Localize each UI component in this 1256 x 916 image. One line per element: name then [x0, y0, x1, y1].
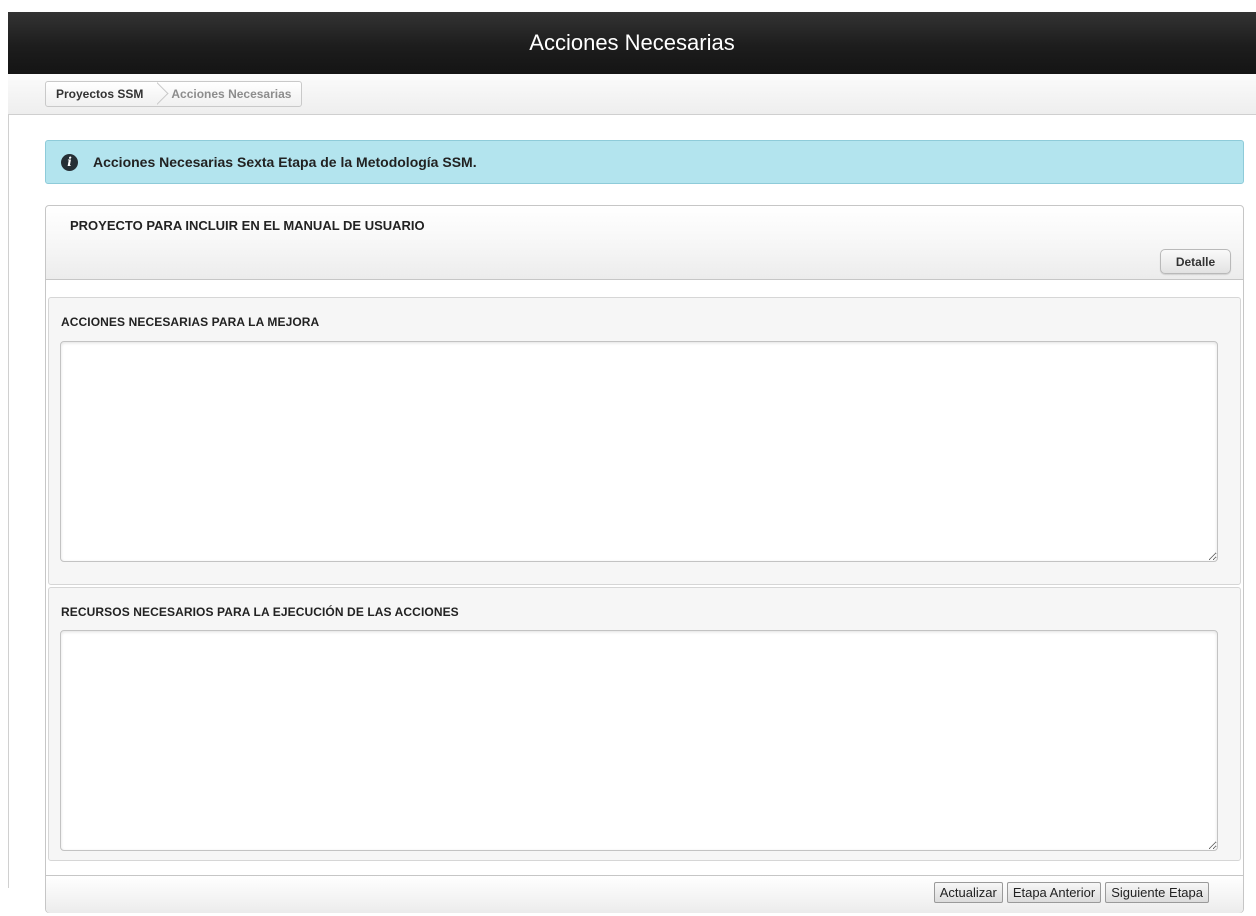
breadcrumb-item-proyectos-ssm[interactable]: Proyectos SSM — [46, 82, 157, 106]
info-alert: i Acciones Necesarias Sexta Etapa de la … — [45, 140, 1244, 184]
acciones-section: ACCIONES NECESARIAS PARA LA MEJORA — [48, 297, 1241, 585]
panel-header: PROYECTO PARA INCLUIR EN EL MANUAL DE US… — [46, 206, 1243, 280]
actualizar-button[interactable]: Actualizar — [933, 882, 1003, 903]
acciones-textarea[interactable] — [60, 341, 1218, 562]
recursos-section: RECURSOS NECESARIOS PARA LA EJECUCIÓN DE… — [48, 587, 1241, 861]
siguiente-etapa-button[interactable]: Siguiente Etapa — [1105, 882, 1209, 903]
breadcrumb-separator-icon — [157, 82, 169, 106]
page-header: Acciones Necesarias — [8, 12, 1256, 74]
page-left-border — [8, 12, 9, 888]
info-icon: i — [61, 153, 78, 171]
recursos-label: RECURSOS NECESARIOS PARA LA EJECUCIÓN DE… — [61, 605, 459, 619]
footer-button-group: Actualizar Etapa Anterior Siguiente Etap… — [933, 882, 1209, 903]
project-name: PROYECTO PARA INCLUIR EN EL MANUAL DE US… — [70, 218, 425, 233]
panel-footer: Actualizar Etapa Anterior Siguiente Etap… — [46, 875, 1243, 913]
breadcrumb: Proyectos SSM Acciones Necesarias — [45, 81, 303, 107]
breadcrumb-bar: Proyectos SSM Acciones Necesarias — [8, 74, 1256, 115]
detail-button[interactable]: Detalle — [1160, 249, 1231, 274]
breadcrumb-item-acciones-necesarias: Acciones Necesarias — [171, 87, 292, 101]
page-title: Acciones Necesarias — [529, 30, 735, 55]
recursos-textarea[interactable] — [60, 630, 1218, 851]
etapa-anterior-button[interactable]: Etapa Anterior — [1006, 882, 1102, 903]
acciones-label: ACCIONES NECESARIAS PARA LA MEJORA — [61, 315, 320, 329]
project-panel: PROYECTO PARA INCLUIR EN EL MANUAL DE US… — [45, 205, 1244, 913]
alert-text: Acciones Necesarias Sexta Etapa de la Me… — [93, 154, 477, 170]
